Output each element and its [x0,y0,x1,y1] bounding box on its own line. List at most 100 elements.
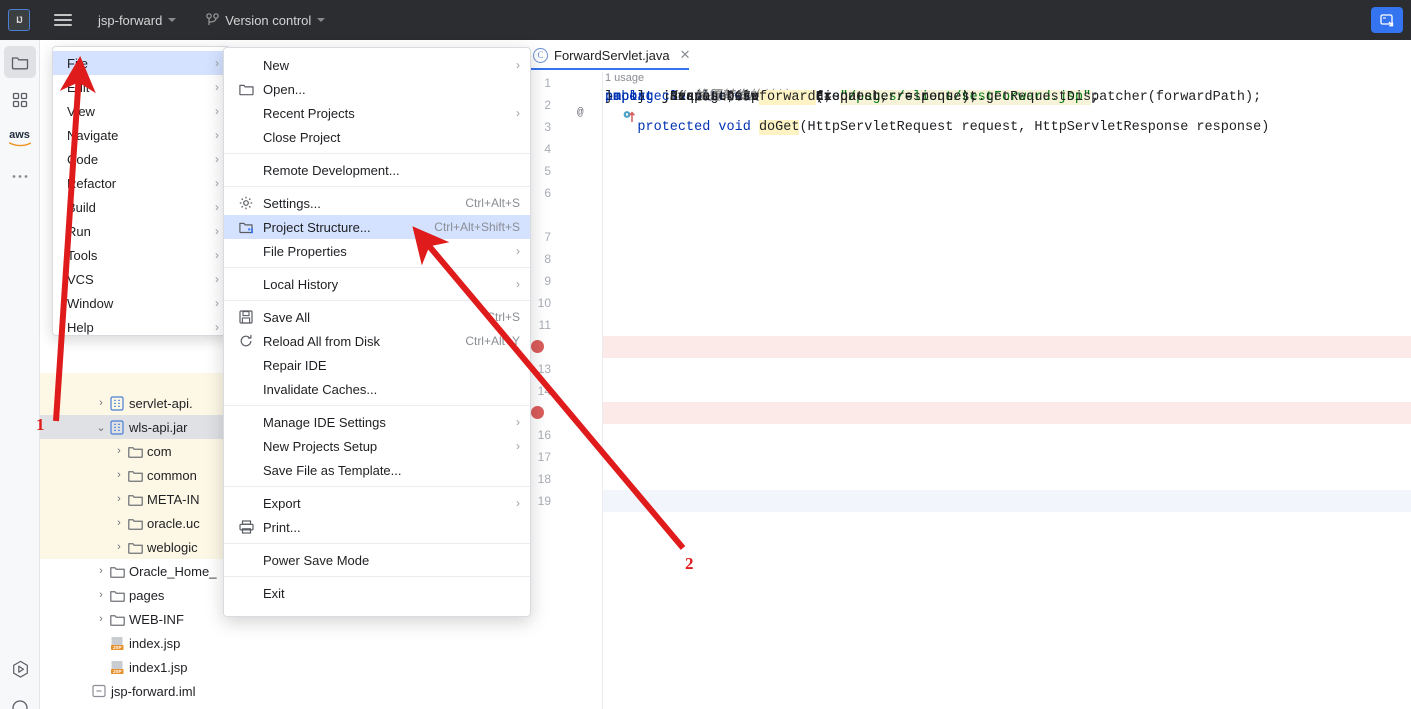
tool-window-rail: aws [0,40,40,709]
chevron-right-icon[interactable]: › [94,565,108,577]
tree-row[interactable]: jsp-forward.iml [40,679,520,703]
tree-row-label: META-IN [147,492,199,507]
aws-label: aws [9,130,30,141]
file-menu-item-new-projects-setup[interactable]: New Projects Setup› [224,434,530,458]
file-menu-item-remote-development[interactable]: Remote Development... [224,158,530,182]
gutter-line[interactable]: 7 [521,226,1411,248]
main-menu-item-view[interactable]: View› [53,99,229,123]
sidebar-item-more[interactable] [4,160,36,192]
gutter-line[interactable]: 5 [521,160,1411,182]
menu-separator [224,576,530,577]
chevron-right-icon[interactable]: › [94,613,108,625]
tree-row[interactable]: JSPindex.jsp [40,631,520,655]
open-in-window-button[interactable] [1371,7,1403,33]
gutter-line[interactable]: 18 [521,468,1411,490]
main-menu-item-window[interactable]: Window› [53,291,229,315]
menu-item-label: Close Project [259,130,520,145]
version-control-widget[interactable]: Version control [202,7,329,33]
sidebar-item-project[interactable] [4,46,36,78]
file-menu-item-open[interactable]: Open... [224,77,530,101]
annotation-icon[interactable]: @ [577,102,584,124]
gutter-line[interactable] [521,402,1411,424]
chevron-right-icon: › [215,248,219,262]
folder-icon [108,613,126,626]
editor-tab-forwardservlet[interactable]: C ForwardServlet.java ✕ [521,40,699,70]
gutter-line[interactable]: 14 [521,380,1411,402]
chevron-right-icon[interactable]: › [112,541,126,553]
file-menu-items: New›Open...Recent Projects› Close Project… [224,53,530,605]
gutter-line[interactable]: 9 [521,270,1411,292]
chevron-right-icon[interactable]: › [112,445,126,457]
main-menu-items: File›Edit›View›Navigate›Code›Refactor›Bu… [53,51,229,339]
hamburger-menu-icon[interactable] [54,14,72,26]
file-menu-item-new[interactable]: New› [224,53,530,77]
file-menu-item-recent-projects[interactable]: Recent Projects› [224,101,530,125]
gutter-line[interactable]: 19 [521,490,1411,512]
chevron-right-icon[interactable]: › [94,589,108,601]
menu-item-label: Manage IDE Settings [259,415,508,430]
main-menu-item-edit[interactable]: Edit› [53,75,229,99]
tree-row[interactable]: Plan.xml [40,703,520,709]
menu-item-shortcut: Ctrl+Alt+Y [465,334,520,348]
file-menu-item-settings[interactable]: Settings...Ctrl+Alt+S [224,191,530,215]
chevron-right-icon: › [215,152,219,166]
jar-icon [108,396,126,411]
folder-icon [126,469,144,482]
file-menu-item-local-history[interactable]: Local History› [224,272,530,296]
breakpoint-icon[interactable] [531,406,544,419]
sidebar-item-search[interactable] [4,691,36,709]
main-menu-item-help[interactable]: Help› [53,315,229,339]
jsp-icon: JSP [108,660,126,675]
file-menu-item-power-save-mode[interactable]: Power Save Mode [224,548,530,572]
main-menu-item-run[interactable]: Run› [53,219,229,243]
structure-grid-icon [12,92,28,108]
intellij-window: IJ jsp-forward Version control [0,0,1411,709]
chevron-down-icon[interactable]: ⌄ [94,421,108,434]
gutter-line[interactable]: 11 [521,314,1411,336]
gutter-line[interactable]: 16 [521,424,1411,446]
menu-item-shortcut: Ctrl+Alt+S [465,196,520,210]
main-menu-item-code[interactable]: Code› [53,147,229,171]
code-area[interactable]: 1234567891011131416171819 package servle… [521,72,1411,709]
chevron-right-icon[interactable]: › [94,397,108,409]
file-menu-item-save-file-as-template[interactable]: Save File as Template... [224,458,530,482]
menu-item-label: Remote Development... [259,163,520,178]
close-icon[interactable]: ✕ [680,47,691,63]
file-menu-item-project-structure[interactable]: Project Structure...Ctrl+Alt+Shift+S [224,215,530,239]
menu-separator [224,153,530,154]
main-menu-item-file[interactable]: File› [53,51,229,75]
gutter-line[interactable]: 17 [521,446,1411,468]
chevron-right-icon[interactable]: › [112,517,126,529]
file-menu-item-close-project[interactable]: Close Project [224,125,530,149]
file-menu-item-reload-all-from-disk[interactable]: Reload All from DiskCtrl+Alt+Y [224,329,530,353]
tree-row[interactable]: JSPindex1.jsp [40,655,520,679]
gutter-line[interactable]: 6 [521,182,1411,204]
gutter-line[interactable]: 8 [521,248,1411,270]
sidebar-item-structure[interactable] [4,84,36,116]
project-selector[interactable]: jsp-forward [94,7,180,33]
main-menu-item-navigate[interactable]: Navigate› [53,123,229,147]
gutter-line[interactable]: 10 [521,292,1411,314]
file-menu-item-file-properties[interactable]: File Properties› [224,239,530,263]
file-menu-item-save-all[interactable]: Save AllCtrl+S [224,305,530,329]
file-menu-item-repair-ide[interactable]: Repair IDE [224,353,530,377]
gutter-line[interactable] [521,336,1411,358]
sidebar-item-aws[interactable]: aws [4,122,36,154]
main-menu-item-refactor[interactable]: Refactor› [53,171,229,195]
breakpoint-icon[interactable] [531,340,544,353]
active-tab-indicator [529,68,689,70]
chevron-right-icon[interactable]: › [112,469,126,481]
file-menu-item-print[interactable]: Print... [224,515,530,539]
file-menu-item-manage-ide-settings[interactable]: Manage IDE Settings› [224,410,530,434]
menu-item-label: Build [67,200,207,215]
gutter-line[interactable]: 13 [521,358,1411,380]
main-menu-item-build[interactable]: Build› [53,195,229,219]
main-menu-item-vcs[interactable]: VCS› [53,267,229,291]
sidebar-item-run[interactable] [4,653,36,685]
main-menu-item-tools[interactable]: Tools› [53,243,229,267]
file-menu-item-invalidate-caches[interactable]: Invalidate Caches... [224,377,530,401]
file-menu-item-export[interactable]: Export› [224,491,530,515]
file-menu-item-exit[interactable]: Exit [224,581,530,605]
chevron-right-icon[interactable]: › [112,493,126,505]
gutter-line[interactable]: 4 [521,138,1411,160]
